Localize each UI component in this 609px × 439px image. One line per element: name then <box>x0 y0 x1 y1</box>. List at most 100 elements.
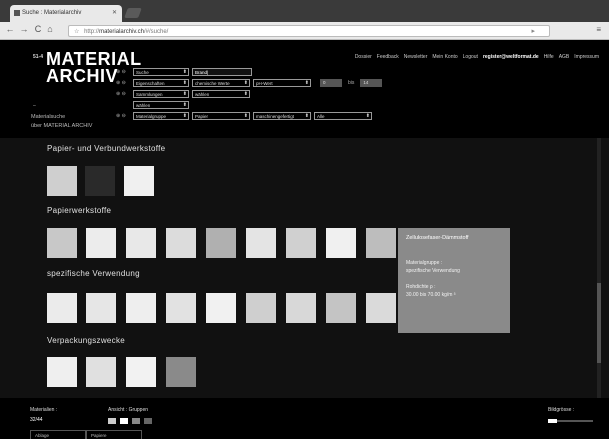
table-view-icon[interactable] <box>144 418 152 424</box>
filter-row-material-group: ⊕ ⊖ Materialgruppe Papier maschinengefer… <box>116 112 372 120</box>
material-thumb[interactable] <box>326 228 356 258</box>
tab-title: Suche : Materialarchiv <box>22 10 82 16</box>
material-thumb[interactable] <box>124 166 154 196</box>
material-thumb[interactable] <box>286 228 316 258</box>
favicon-icon <box>14 10 20 16</box>
url-scheme: http:// <box>84 29 100 35</box>
view-label: Ansicht : Gruppen <box>108 407 149 413</box>
material-thumb[interactable] <box>126 228 156 258</box>
nav-help[interactable]: Hilfe <box>544 54 554 60</box>
tooltip-group-value: spezifische Verwendung <box>406 268 460 274</box>
filter-type-select[interactable]: Sammlungen <box>133 90 189 98</box>
star-bookmark-icon[interactable]: ☆ <box>74 29 79 35</box>
material-thumb[interactable] <box>326 293 356 323</box>
material-thumb[interactable] <box>206 293 236 323</box>
property-select[interactable]: chemische Werte <box>192 79 250 87</box>
max-input[interactable]: 14 <box>360 79 383 87</box>
material-thumb[interactable] <box>166 293 196 323</box>
filter-row-empty: wählen <box>116 101 189 109</box>
add-remove-icons[interactable]: ⊕ ⊖ <box>116 91 130 97</box>
new-tab-button[interactable] <box>124 8 142 18</box>
nav-user: register@weltformat.de <box>482 54 539 60</box>
tooltip-title: Zellulosefaser-Dämmstoff <box>406 235 469 241</box>
subtitle-line2: über MATERIAL ARCHIV <box>31 123 93 129</box>
subtitle-line1: Materialsuche <box>31 114 66 120</box>
material-thumb[interactable] <box>286 293 316 323</box>
material-thumb[interactable] <box>246 228 276 258</box>
material-thumb[interactable] <box>47 293 77 323</box>
material-thumb[interactable] <box>85 166 115 196</box>
tooltip-density-label: Rohdichte ρ : <box>406 284 436 290</box>
filter-row-search: ⊕ ⊖ Suche Brand| <box>116 68 252 76</box>
material-thumb[interactable] <box>366 293 396 323</box>
material-thumb[interactable] <box>166 357 196 387</box>
slider-handle[interactable] <box>548 419 557 423</box>
material-tooltip: Zellulosefaser-Dämmstoff Materialgruppe … <box>398 228 510 333</box>
reload-icon[interactable]: C <box>32 24 44 34</box>
top-nav: Dossier Feedback Newsletter Mein Konto L… <box>355 54 599 60</box>
add-remove-icons[interactable]: ⊕ ⊖ <box>116 80 130 86</box>
sub-dot: – <box>33 103 36 109</box>
list-view-icon[interactable] <box>120 418 128 424</box>
filter-type-select[interactable]: Suche <box>133 68 189 76</box>
tooltip-group-label: Materialgruppe : <box>406 260 443 266</box>
bottom-tabs: Ablage Papiere <box>30 430 142 439</box>
material-thumb[interactable] <box>86 228 116 258</box>
nav-dossier[interactable]: Dossier <box>355 54 372 60</box>
browser-toolbar: ← → C ⌂ ☆ http://materialarchiv.ch/#/suc… <box>0 22 609 40</box>
nav-feedback[interactable]: Feedback <box>377 54 399 60</box>
group-sub-select[interactable]: maschinengefertigt <box>253 112 311 120</box>
filter-type-select[interactable]: wählen <box>133 101 189 109</box>
materials-label: Materialien : <box>30 407 58 413</box>
filter-type-select[interactable]: Materialgruppe <box>133 112 189 120</box>
tab-papiere[interactable]: Papiere <box>86 430 142 439</box>
site-subtitle: Materialsuche über MATERIAL ARCHIV <box>31 113 92 131</box>
address-bar[interactable]: ☆ http://materialarchiv.ch/#/suche/ ▸ <box>68 25 550 37</box>
browser-chrome: Suche : Materialarchiv ✕ ← → C ⌂ ☆ http:… <box>0 0 609 40</box>
material-thumb[interactable] <box>47 228 77 258</box>
nav-account[interactable]: Mein Konto <box>432 54 457 60</box>
image-size-label: Bildgrösse : <box>548 407 575 413</box>
extension-icon[interactable]: ▸ <box>531 27 535 35</box>
site-header: 51-4 MATERIAL ARCHIV – Materialsuche übe… <box>0 40 609 138</box>
material-thumb[interactable] <box>246 293 276 323</box>
filter-row-properties: ⊕ ⊖ Eigenschaften chemische Werte pH-Wer… <box>116 79 383 87</box>
nav-newsletter[interactable]: Newsletter <box>404 54 428 60</box>
search-input[interactable]: Brand| <box>192 68 252 76</box>
menu-icon[interactable]: ≡ <box>596 25 601 34</box>
filter-type-select[interactable]: Eigenschaften <box>133 79 189 87</box>
tab-ablage[interactable]: Ablage <box>30 430 86 439</box>
collection-select[interactable]: wählen <box>192 90 250 98</box>
material-thumb[interactable] <box>86 293 116 323</box>
scrollbar-thumb[interactable] <box>597 283 601 363</box>
back-icon[interactable]: ← <box>4 24 16 34</box>
material-thumb[interactable] <box>47 357 77 387</box>
nav-logout[interactable]: Logout <box>463 54 478 60</box>
add-remove-icons[interactable]: ⊕ ⊖ <box>116 113 130 119</box>
nav-agb[interactable]: AGB <box>559 54 570 60</box>
home-icon[interactable]: ⌂ <box>44 24 56 34</box>
material-thumb[interactable] <box>366 228 396 258</box>
tooltip-density-value: 30.00 bis 70.00 kg/m ³ <box>406 292 456 298</box>
material-thumb[interactable] <box>86 357 116 387</box>
grid-view-icon[interactable] <box>108 418 116 424</box>
close-icon[interactable]: ✕ <box>112 9 117 16</box>
material-thumb[interactable] <box>166 228 196 258</box>
section-title: Verpackungszwecke <box>47 336 126 345</box>
section-title: Papierwerkstoffe <box>47 206 112 215</box>
min-input[interactable]: 0 <box>320 79 342 87</box>
group-select[interactable]: Papier <box>192 112 250 120</box>
sort-view-icon[interactable] <box>132 418 140 424</box>
bottom-bar: Materialien : 32/44 Ansicht : Gruppen Bi… <box>0 398 609 439</box>
group-extra-select[interactable]: Alle <box>314 112 372 120</box>
forward-icon[interactable]: → <box>18 24 30 34</box>
nav-impressum[interactable]: Impressum <box>574 54 599 60</box>
property-sub-select[interactable]: pH-Wert <box>253 79 311 87</box>
add-remove-icons[interactable]: ⊕ ⊖ <box>116 69 130 75</box>
material-thumb[interactable] <box>47 166 77 196</box>
browser-tab[interactable]: Suche : Materialarchiv ✕ <box>10 5 122 22</box>
material-thumb[interactable] <box>126 357 156 387</box>
logo-small: 51-4 <box>33 54 44 60</box>
material-thumb[interactable] <box>206 228 236 258</box>
material-thumb[interactable] <box>126 293 156 323</box>
